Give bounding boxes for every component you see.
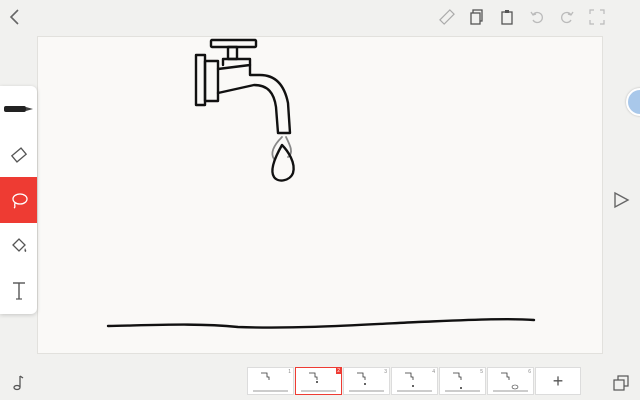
layers-icon[interactable] — [612, 374, 630, 392]
frame-number: 2 — [336, 368, 341, 374]
add-frame-label: + — [552, 370, 564, 391]
back-icon[interactable] — [6, 8, 24, 26]
frame-preview — [253, 372, 288, 392]
ruler-icon[interactable] — [438, 8, 456, 26]
frame-thumbnail[interactable]: 6 — [487, 367, 534, 395]
color-picker-circle[interactable] — [626, 88, 640, 116]
frame-preview — [301, 372, 336, 392]
frame-filmstrip: 1 2 3 4 5 6 + — [247, 367, 581, 397]
drawing-canvas[interactable] — [37, 36, 603, 354]
frame-preview — [493, 372, 528, 392]
frame-thumbnail[interactable]: 3 — [343, 367, 390, 395]
copy-icon[interactable] — [468, 8, 486, 26]
frame-number: 6 — [528, 369, 531, 375]
eraser-tool[interactable] — [0, 132, 37, 178]
frame-preview — [349, 372, 384, 392]
pen-icon — [3, 103, 34, 115]
frame-number: 3 — [384, 369, 387, 375]
frame-number: 5 — [480, 369, 483, 375]
frame-thumbnail[interactable]: 1 — [247, 367, 294, 395]
frame-number: 4 — [432, 369, 435, 375]
top-toolbar — [0, 0, 640, 34]
frame-preview — [445, 372, 480, 392]
music-note-icon[interactable] — [8, 374, 26, 392]
faucet-drawing — [106, 38, 536, 329]
frame-preview — [397, 372, 432, 392]
lasso-icon — [10, 191, 28, 209]
frame-thumbnail[interactable]: 4 — [391, 367, 438, 395]
lasso-tool[interactable] — [0, 177, 37, 223]
fullscreen-icon[interactable] — [588, 8, 606, 26]
paint-bucket-icon — [9, 236, 29, 256]
eraser-icon — [10, 146, 28, 164]
add-frame-button[interactable]: + — [535, 367, 581, 395]
fill-tool[interactable] — [0, 223, 37, 269]
play-icon[interactable] — [611, 190, 633, 212]
frame-thumbnail-selected[interactable]: 2 — [295, 367, 342, 395]
pen-tool[interactable] — [0, 86, 37, 132]
paste-icon[interactable] — [498, 8, 516, 26]
text-tool[interactable] — [0, 268, 37, 314]
frame-number: 1 — [288, 369, 291, 375]
tool-palette — [0, 86, 37, 314]
undo-icon[interactable] — [528, 8, 546, 26]
redo-icon[interactable] — [558, 8, 576, 26]
text-icon — [11, 281, 27, 301]
frame-thumbnail[interactable]: 5 — [439, 367, 486, 395]
